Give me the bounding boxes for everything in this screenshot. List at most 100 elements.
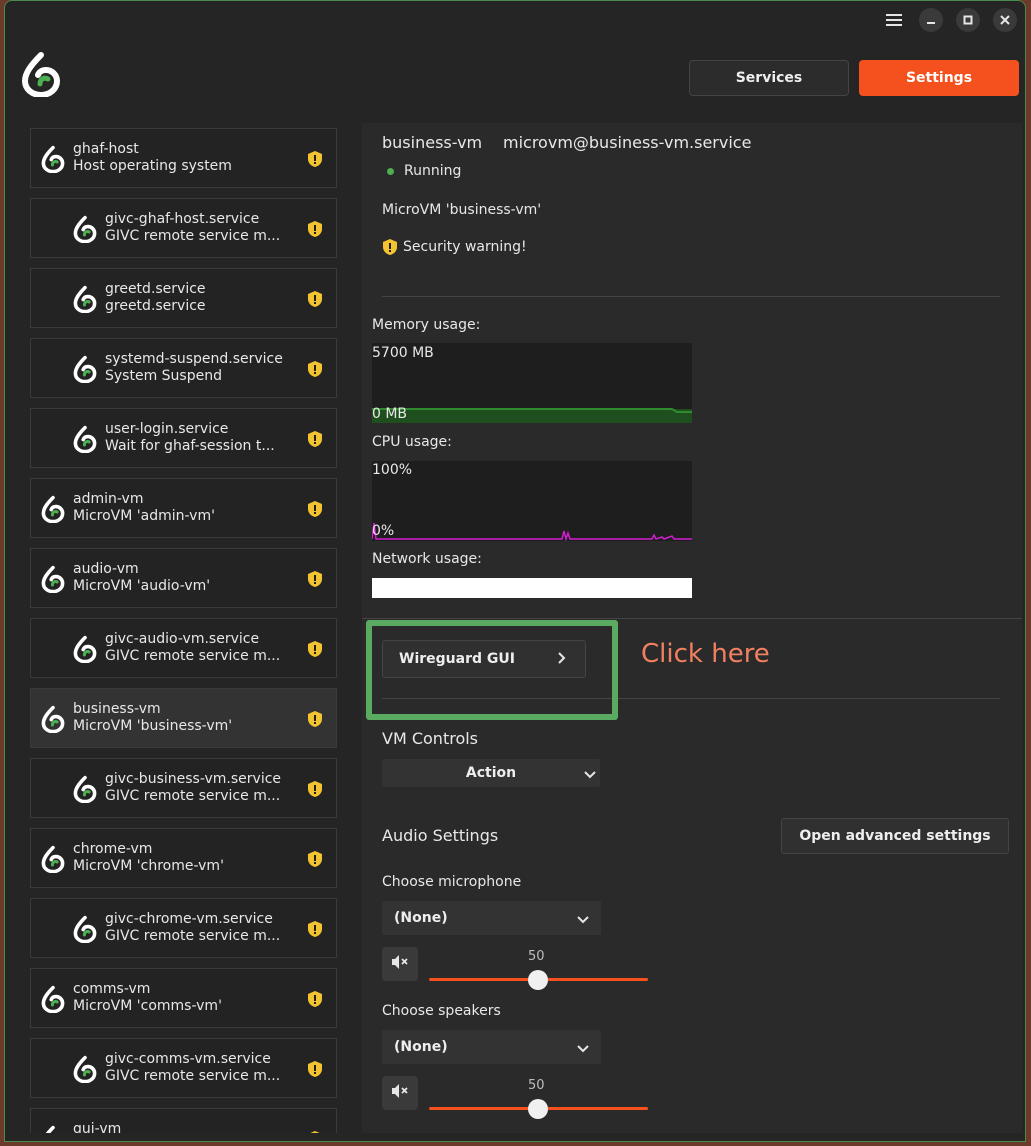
menu-icon[interactable] [882, 8, 906, 32]
microphone-dropdown[interactable]: (None) [382, 901, 601, 935]
security-shield-icon [308, 851, 322, 867]
chevron-down-icon [584, 768, 596, 784]
sidebar-item-subtitle: GIVC remote service m... [105, 788, 281, 804]
vm-controls-heading: VM Controls [382, 729, 479, 748]
speakers-mute-button[interactable] [382, 1076, 418, 1110]
sidebar-item-title: comms-vm [73, 981, 151, 997]
action-dropdown-label: Action [465, 765, 517, 781]
cpu-usage-graph: 100% 0% [372, 461, 692, 541]
ghaf-logo-icon [73, 355, 97, 384]
sidebar-item-title: givc-audio-vm.service [105, 631, 260, 647]
sidebar-item-givc-business-vm-service[interactable]: givc-business-vm.service GIVC remote serv… [30, 758, 337, 818]
ghaf-logo-icon [41, 705, 65, 734]
settings-button[interactable]: Settings [859, 60, 1019, 96]
speakers-volume-handle[interactable] [528, 1099, 548, 1119]
sidebar-item-systemd-suspend-service[interactable]: systemd-suspend.service System Suspend [30, 338, 337, 398]
cpu-usage-label: CPU usage: [372, 434, 452, 450]
sidebar-item-ghaf-host[interactable]: ghaf-host Host operating system [30, 128, 337, 188]
sidebar-item-title: ghaf-host [73, 141, 139, 157]
ghaf-logo-icon [41, 495, 65, 524]
sidebar-item-title: audio-vm [73, 561, 139, 577]
open-advanced-settings-button[interactable]: Open advanced settings [781, 818, 1009, 854]
sidebar-item-greetd-service[interactable]: greetd.service greetd.service [30, 268, 337, 328]
memory-min-label: 0 MB [372, 406, 408, 422]
ghaf-logo-icon [21, 51, 61, 99]
sidebar-item-givc-ghaf-host-service[interactable]: givc-ghaf-host.service GIVC remote servic… [30, 198, 337, 258]
window-controls [882, 8, 1017, 32]
microphone-volume-handle[interactable] [528, 970, 548, 990]
cpu-min-label: 0% [372, 523, 395, 539]
sidebar-item-subtitle: GIVC remote service m... [105, 648, 281, 664]
vm-status: Running [404, 163, 462, 179]
action-dropdown[interactable]: Action [382, 759, 600, 787]
sidebar-item-title: givc-business-vm.service [105, 771, 282, 787]
security-shield-icon [308, 781, 322, 797]
sidebar-item-gui-vm[interactable]: gui-vm [30, 1108, 337, 1133]
speakers-dropdown[interactable]: (None) [382, 1030, 601, 1064]
close-icon[interactable] [993, 8, 1017, 32]
sidebar-item-chrome-vm[interactable]: chrome-vm MicroVM 'chrome-vm' [30, 828, 337, 888]
sidebar-item-subtitle: GIVC remote service m... [105, 928, 281, 944]
ghaf-logo-icon [73, 635, 97, 664]
network-usage-graph [372, 578, 692, 598]
security-shield-icon [308, 221, 322, 237]
security-shield-icon [308, 1131, 322, 1133]
sidebar-item-givc-chrome-vm-service[interactable]: givc-chrome-vm.service GIVC remote servic… [30, 898, 337, 958]
maximize-icon[interactable] [956, 8, 980, 32]
minimize-icon[interactable] [919, 8, 943, 32]
click-here-annotation: Click here [641, 639, 770, 669]
sidebar-item-user-login-service[interactable]: user-login.service Wait for ghaf-session … [30, 408, 337, 468]
sidebar-item-title: givc-comms-vm.service [105, 1051, 271, 1067]
sidebar-item-title: business-vm [73, 701, 161, 717]
sidebar-item-title: admin-vm [73, 491, 144, 507]
sidebar-item-title: givc-chrome-vm.service [105, 911, 273, 927]
speaker-muted-icon [391, 1083, 409, 1103]
app-window: Services Settings ghaf-host Host operatin… [4, 0, 1026, 1142]
memory-max-label: 5700 MB [372, 345, 434, 361]
sidebar-item-subtitle: Wait for ghaf-session t... [105, 438, 275, 454]
sidebar-item-subtitle: MicroVM 'audio-vm' [73, 578, 211, 594]
ghaf-logo-icon [73, 1055, 97, 1084]
chevron-down-icon [577, 913, 589, 929]
ghaf-logo-icon [41, 1125, 65, 1133]
divider [382, 296, 1000, 297]
sidebar-item-admin-vm[interactable]: admin-vm MicroVM 'admin-vm' [30, 478, 337, 538]
chevron-down-icon [577, 1042, 589, 1058]
security-warning-text: Security warning! [403, 239, 527, 255]
ghaf-logo-icon [41, 985, 65, 1014]
security-shield-icon [308, 921, 322, 937]
sidebar-item-comms-vm[interactable]: comms-vm MicroVM 'comms-vm' [30, 968, 337, 1028]
highlight-box [366, 620, 618, 720]
sidebar-item-title: gui-vm [73, 1121, 122, 1133]
security-shield-icon [308, 641, 322, 657]
sidebar-item-subtitle: MicroVM 'business-vm' [73, 718, 233, 734]
sidebar-item-subtitle: MicroVM 'admin-vm' [73, 508, 215, 524]
security-shield-icon [308, 151, 322, 167]
audio-settings-heading: Audio Settings [382, 826, 499, 845]
sidebar-item-title: chrome-vm [73, 841, 153, 857]
microphone-mute-button[interactable] [382, 947, 418, 981]
divider [362, 618, 1022, 619]
sidebar-item-title: user-login.service [105, 421, 229, 437]
sidebar-item-subtitle: GIVC remote service m... [105, 1068, 281, 1084]
sidebar-item-givc-comms-vm-service[interactable]: givc-comms-vm.service GIVC remote service… [30, 1038, 337, 1098]
choose-microphone-label: Choose microphone [382, 874, 522, 890]
sidebar-item-givc-audio-vm-service[interactable]: givc-audio-vm.service GIVC remote service… [30, 618, 337, 678]
sidebar-item-title: systemd-suspend.service [105, 351, 283, 367]
microphone-volume-value: 50 [528, 949, 545, 964]
sidebar-item-audio-vm[interactable]: audio-vm MicroVM 'audio-vm' [30, 548, 337, 608]
ghaf-logo-icon [73, 215, 97, 244]
ghaf-logo-icon [41, 565, 65, 594]
ghaf-logo-icon [73, 915, 97, 944]
security-shield-icon [308, 431, 322, 447]
speaker-muted-icon [391, 954, 409, 974]
speakers-volume-value: 50 [528, 1078, 545, 1093]
status-dot-icon [387, 168, 394, 175]
sidebar-item-business-vm[interactable]: business-vm MicroVM 'business-vm' [30, 688, 337, 748]
ghaf-logo-icon [41, 845, 65, 874]
security-shield-icon [308, 361, 322, 377]
ghaf-logo-icon [73, 285, 97, 314]
services-button[interactable]: Services [689, 60, 849, 96]
security-shield-icon [308, 1061, 322, 1077]
cpu-max-label: 100% [372, 462, 413, 478]
